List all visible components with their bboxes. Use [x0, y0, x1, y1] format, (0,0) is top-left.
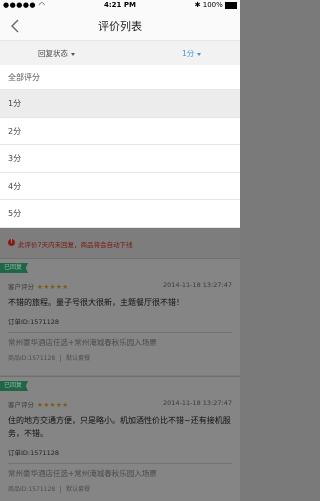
rating-option-4[interactable]: 4分 [0, 173, 240, 200]
review-content: 住的地方交通方便，只是略小。机加酒性价比不错~还有接机服务，不错。 [8, 416, 231, 438]
product-info: 商品ID:1571128 默认套餐 [8, 355, 91, 362]
order-id: 订单ID:1571128 [8, 318, 60, 326]
divider [8, 463, 232, 464]
replied-tag: 已回复 [0, 263, 29, 273]
exclamation-icon: ! [8, 239, 15, 246]
filter-bar: 回复状态 1分 [0, 40, 240, 66]
star-rating: ★★★★★ [37, 283, 69, 291]
review-meta: 客户评分 ★★★★★ 2014-11-18 13:27:47 [8, 399, 232, 409]
dimmed-review-list[interactable]: ! 此评价7天内未回复，商品将会自动下线 已回复 客户评分 ★★★★★ 2014-… [0, 228, 240, 501]
rating-option-all[interactable]: 全部评分 [0, 65, 240, 90]
review-author: 客户评分 [8, 401, 34, 409]
caret-down-icon [197, 52, 202, 56]
replied-tag: 已回复 [0, 381, 29, 391]
rating-filter[interactable]: 1分 [182, 48, 202, 59]
rating-dropdown: 全部评分 1分 2分 3分 4分 5分 [0, 65, 240, 228]
page-title: 评价列表 [98, 20, 142, 33]
review-meta: 客户评分 ★★★★★ 2014-11-18 13:27:47 [8, 281, 232, 291]
hotel-name[interactable]: 常州豪华酒店任选+常州淹城春秋乐园入场票 [8, 468, 157, 479]
battery-icon [225, 1, 237, 9]
star-rating: ★★★★★ [37, 401, 69, 409]
review-card[interactable]: 已回复 客户评分 ★★★★★ 2014-11-18 13:27:47 不错的旅程。… [0, 258, 240, 375]
bluetooth-icon: ✱ [194, 1, 201, 9]
status-bar: ●●●●● ◠ 4:21 PM ✱ 100% [0, 0, 240, 12]
rating-option-5[interactable]: 5分 [0, 200, 240, 228]
rating-option-3[interactable]: 3分 [0, 145, 240, 173]
review-author: 客户评分 [8, 283, 34, 291]
review-date: 2014-11-18 13:27:47 [162, 281, 232, 289]
divider [8, 332, 232, 333]
nav-bar: 评价列表 [0, 12, 240, 40]
review-card[interactable]: 已回复 客户评分 ★★★★★ 2014-11-18 13:27:47 住的地方交通… [0, 376, 240, 501]
caret-down-icon [71, 52, 75, 56]
order-id: 订单ID:1571128 [8, 449, 60, 457]
battery-indicator: ✱ 100% [195, 1, 237, 9]
rating-option-2[interactable]: 2分 [0, 118, 240, 145]
review-content: 不错的旅程。量子号很大很新，主题餐厅很不错！ [8, 298, 184, 307]
rating-option-1[interactable]: 1分 [0, 90, 240, 118]
hotel-name[interactable]: 常州豪华酒店任选+常州淹城春秋乐园入场票 [8, 337, 157, 348]
reply-status-filter[interactable]: 回复状态 [38, 48, 75, 59]
product-info: 商品ID:1571128 默认套餐 [8, 486, 91, 493]
review-date: 2014-11-18 13:27:47 [162, 399, 232, 407]
reply-warning: ! 此评价7天内未回复，商品将会自动下线 [0, 232, 240, 254]
